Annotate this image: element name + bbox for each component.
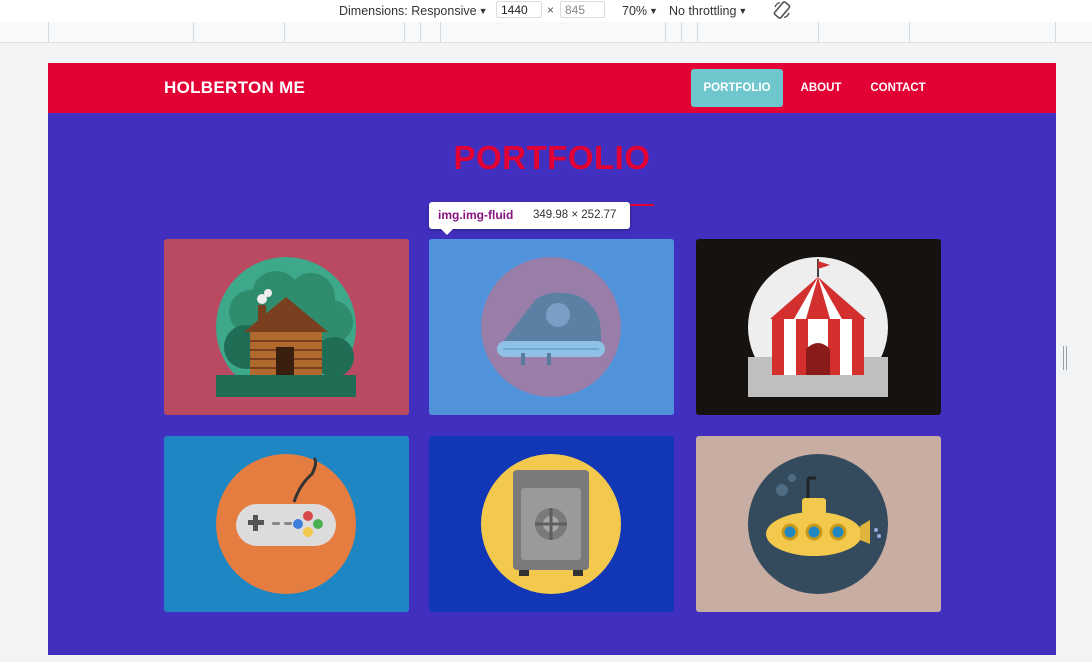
- resize-handle[interactable]: [1063, 346, 1069, 370]
- height-input[interactable]: 845: [560, 1, 605, 18]
- safe-icon: [481, 454, 621, 594]
- throttling-label: No throttling: [669, 4, 737, 18]
- width-input[interactable]: 1440: [496, 1, 542, 18]
- submarine-icon: [748, 454, 888, 594]
- navbar: HOLBERTON ME PORTFOLIO ABOUT CONTACT: [48, 63, 1056, 113]
- times-symbol: ×: [547, 3, 555, 17]
- devtools-device-toolbar: Dimensions: Responsive ▼ 1440 × 845 70% ▼ …: [0, 0, 1092, 23]
- zoom-dropdown[interactable]: 70% ▼: [622, 3, 658, 19]
- dimensions-dropdown[interactable]: Dimensions: Responsive ▼: [339, 3, 487, 19]
- brand-logo[interactable]: HOLBERTON ME: [164, 78, 305, 98]
- page-viewport: HOLBERTON ME PORTFOLIO ABOUT CONTACT POR…: [48, 63, 1056, 655]
- media-query-ruler[interactable]: [0, 22, 1092, 43]
- circus-tent-icon: [748, 257, 888, 397]
- rotate-icon[interactable]: [772, 0, 792, 20]
- game-controller-icon: [216, 454, 356, 594]
- portfolio-item[interactable]: [429, 436, 674, 612]
- portfolio-item[interactable]: [164, 436, 409, 612]
- caret-down-icon: ▼: [649, 6, 658, 16]
- zoom-label: 70%: [622, 4, 648, 18]
- caret-down-icon: ▼: [478, 6, 488, 16]
- throttling-dropdown[interactable]: No throttling ▼: [669, 3, 747, 19]
- inspector-tooltip: img.img-fluid 349.98 × 252.77: [429, 202, 630, 235]
- section-title: PORTFOLIO: [453, 139, 651, 176]
- portfolio-item[interactable]: [164, 239, 409, 415]
- tooltip-dimensions: 349.98 × 252.77: [533, 209, 617, 221]
- tooltip-selector: img.img-fluid: [438, 208, 514, 222]
- portfolio-item[interactable]: [696, 436, 941, 612]
- dimensions-label: Dimensions: Responsive: [339, 4, 477, 18]
- portfolio-item-highlighted[interactable]: [429, 239, 674, 415]
- log-cabin-icon: [216, 257, 356, 397]
- portfolio-item[interactable]: [696, 239, 941, 415]
- nav-portfolio[interactable]: PORTFOLIO: [691, 69, 783, 107]
- nav-about[interactable]: ABOUT: [791, 69, 851, 107]
- nav-contact[interactable]: CONTACT: [862, 69, 934, 107]
- caret-down-icon: ▼: [738, 6, 748, 16]
- iron-icon: [481, 257, 621, 397]
- tooltip-arrow: [441, 229, 453, 235]
